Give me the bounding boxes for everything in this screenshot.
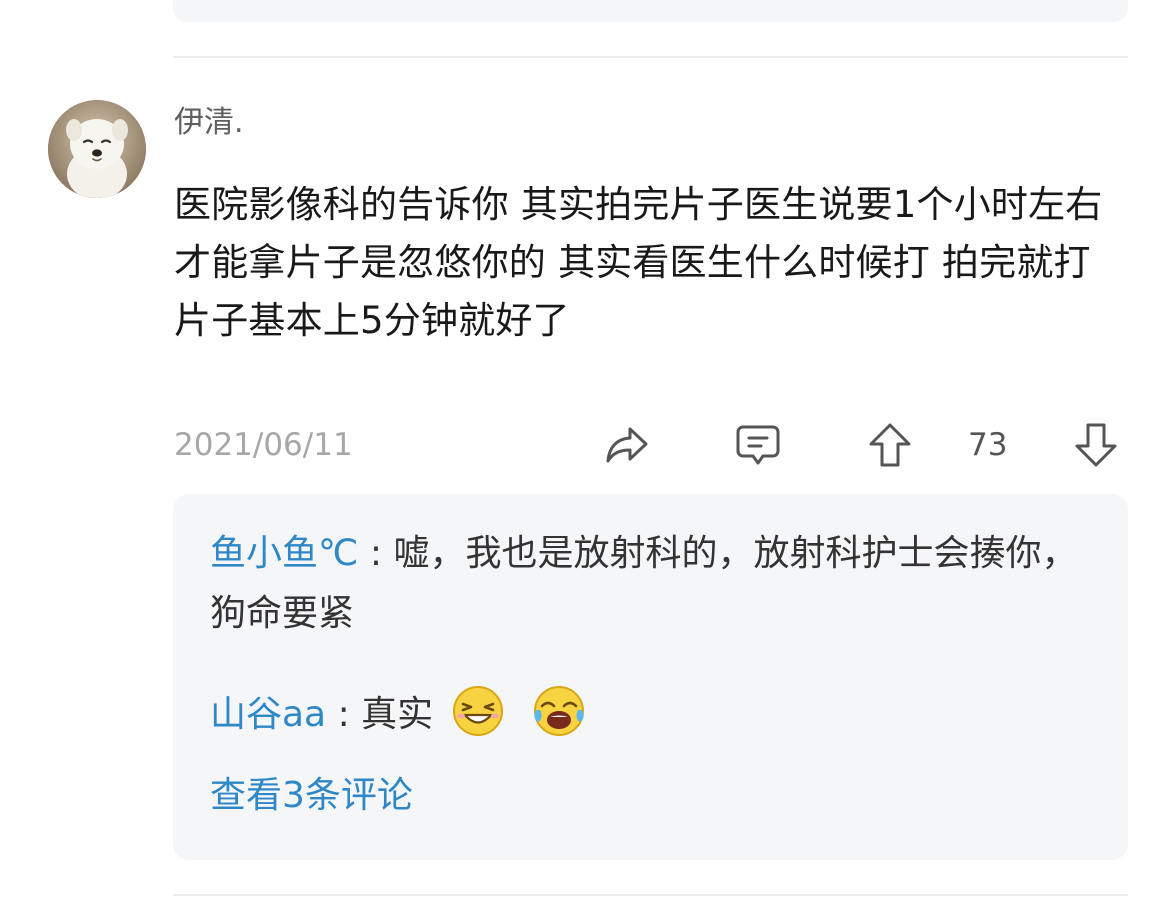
reply-separator: : bbox=[337, 694, 350, 735]
reply-item: 山谷aa : 真实 bbox=[210, 684, 1110, 745]
squinting-laugh-emoji-icon bbox=[452, 686, 503, 736]
arrow-down-icon bbox=[1075, 423, 1117, 467]
share-button[interactable] bbox=[602, 420, 652, 470]
vote-count: 73 bbox=[968, 427, 1008, 463]
reply-author[interactable]: 鱼小鱼℃ bbox=[210, 533, 358, 574]
comment-text: 医院影像科的告诉你 其实拍完片子医生说要1个小时左右才能拿片子是忽悠你的 其实看… bbox=[174, 183, 1103, 342]
comment-date: 2021/06/11 bbox=[174, 427, 353, 463]
comment-username[interactable]: 伊清. bbox=[174, 103, 244, 143]
divider bbox=[173, 894, 1128, 896]
arrow-up-icon bbox=[869, 423, 911, 467]
replies-box: 鱼小鱼℃ : 嘘，我也是放射科的，放射科护士会揍你，狗命要紧 山谷aa : 真实… bbox=[173, 494, 1128, 860]
reply-text: 真实 bbox=[361, 694, 434, 735]
divider bbox=[173, 56, 1128, 58]
previous-reply-box bbox=[173, 0, 1128, 22]
view-more-comments-link[interactable]: 查看3条评论 bbox=[210, 766, 413, 826]
reply-author[interactable]: 山谷aa bbox=[210, 694, 326, 735]
dog-avatar-icon bbox=[48, 100, 146, 198]
reply-button[interactable] bbox=[733, 420, 783, 470]
laughing-crying-emoji-icon bbox=[534, 686, 585, 736]
downvote-button[interactable] bbox=[1071, 420, 1121, 470]
upvote-button[interactable] bbox=[865, 420, 915, 470]
reply-item: 鱼小鱼℃ : 嘘，我也是放射科的，放射科护士会揍你，狗命要紧 bbox=[210, 524, 1110, 644]
share-arrow-icon bbox=[606, 427, 648, 463]
reply-separator: : bbox=[369, 533, 383, 574]
avatar[interactable] bbox=[48, 100, 146, 198]
comment-bubble-icon bbox=[736, 425, 780, 465]
